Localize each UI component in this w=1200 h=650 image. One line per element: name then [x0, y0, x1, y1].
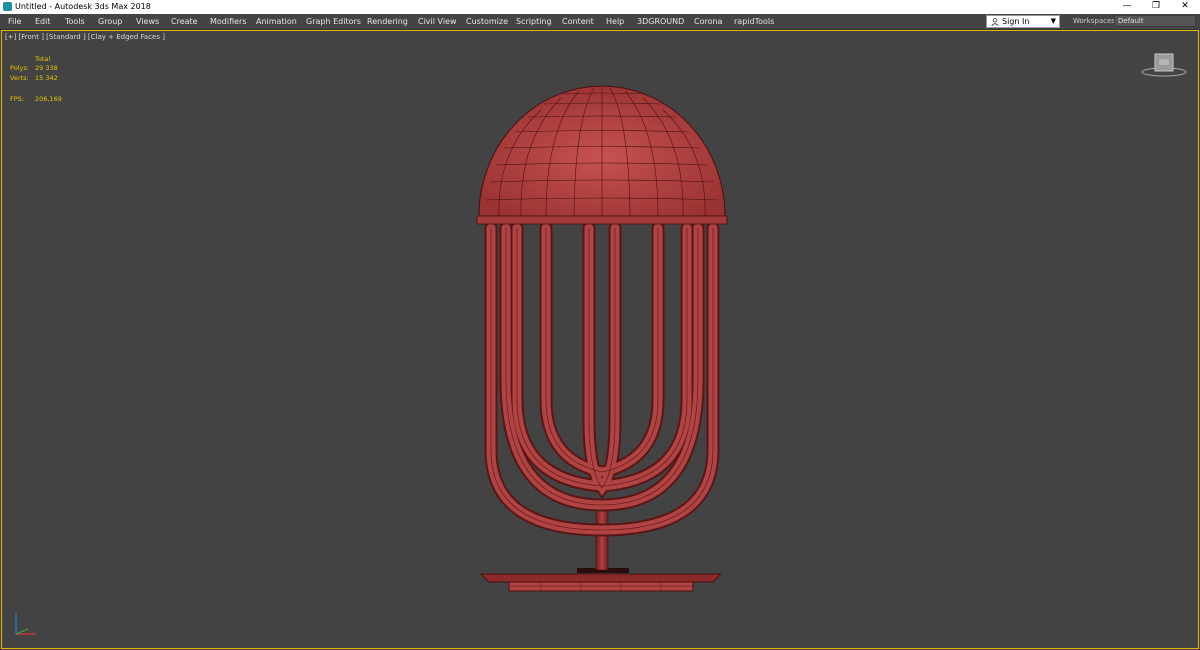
sign-in-label: Sign In — [1002, 17, 1030, 26]
menu-animation[interactable]: Animation — [256, 14, 297, 29]
workspaces-label: Workspaces: — [1073, 17, 1118, 25]
menu-bar: File Edit Tools Group Views Create Modif… — [0, 14, 1200, 30]
menu-content[interactable]: Content — [562, 14, 594, 29]
menu-graph-editors[interactable]: Graph Editors — [306, 14, 361, 29]
menu-scripting[interactable]: Scripting — [516, 14, 552, 29]
menu-edit[interactable]: Edit — [35, 14, 51, 29]
menu-group[interactable]: Group — [98, 14, 122, 29]
restore-button[interactable]: ❐ — [1143, 0, 1169, 14]
lamp-arms — [484, 221, 720, 537]
lamp-model[interactable] — [2, 31, 1198, 648]
menu-file[interactable]: File — [8, 14, 21, 29]
menu-corona[interactable]: Corona — [694, 14, 722, 29]
menu-help[interactable]: Help — [606, 14, 624, 29]
person-icon — [991, 18, 999, 26]
menu-rendering[interactable]: Rendering — [367, 14, 408, 29]
lamp-base — [479, 568, 723, 592]
dropdown-arrow-icon: ▼ — [1050, 17, 1056, 25]
menu-modifiers[interactable]: Modifiers — [210, 14, 247, 29]
window-title: Untitled - Autodesk 3ds Max 2018 — [15, 2, 151, 11]
minimize-button[interactable]: — — [1114, 0, 1140, 14]
menu-civil-view[interactable]: Civil View — [418, 14, 457, 29]
close-button[interactable]: ✕ — [1172, 0, 1198, 14]
lamp-dome — [476, 85, 728, 225]
sign-in-dropdown[interactable]: Sign In ▼ — [986, 15, 1060, 28]
title-bar: Untitled - Autodesk 3ds Max 2018 — ❐ ✕ — [0, 0, 1200, 14]
menu-create[interactable]: Create — [171, 14, 198, 29]
menu-rapidtools[interactable]: rapidTools — [734, 14, 774, 29]
menu-views[interactable]: Views — [136, 14, 159, 29]
menu-customize[interactable]: Customize — [466, 14, 508, 29]
3dsmax-app-icon[interactable] — [3, 2, 12, 11]
workspaces-dropdown[interactable]: Default — [1114, 15, 1196, 27]
menu-3dground[interactable]: 3DGROUND — [637, 14, 684, 29]
front-viewport[interactable]: [+] [Front ] [Standard ] [Clay + Edged F… — [1, 30, 1199, 649]
menu-tools[interactable]: Tools — [65, 14, 85, 29]
